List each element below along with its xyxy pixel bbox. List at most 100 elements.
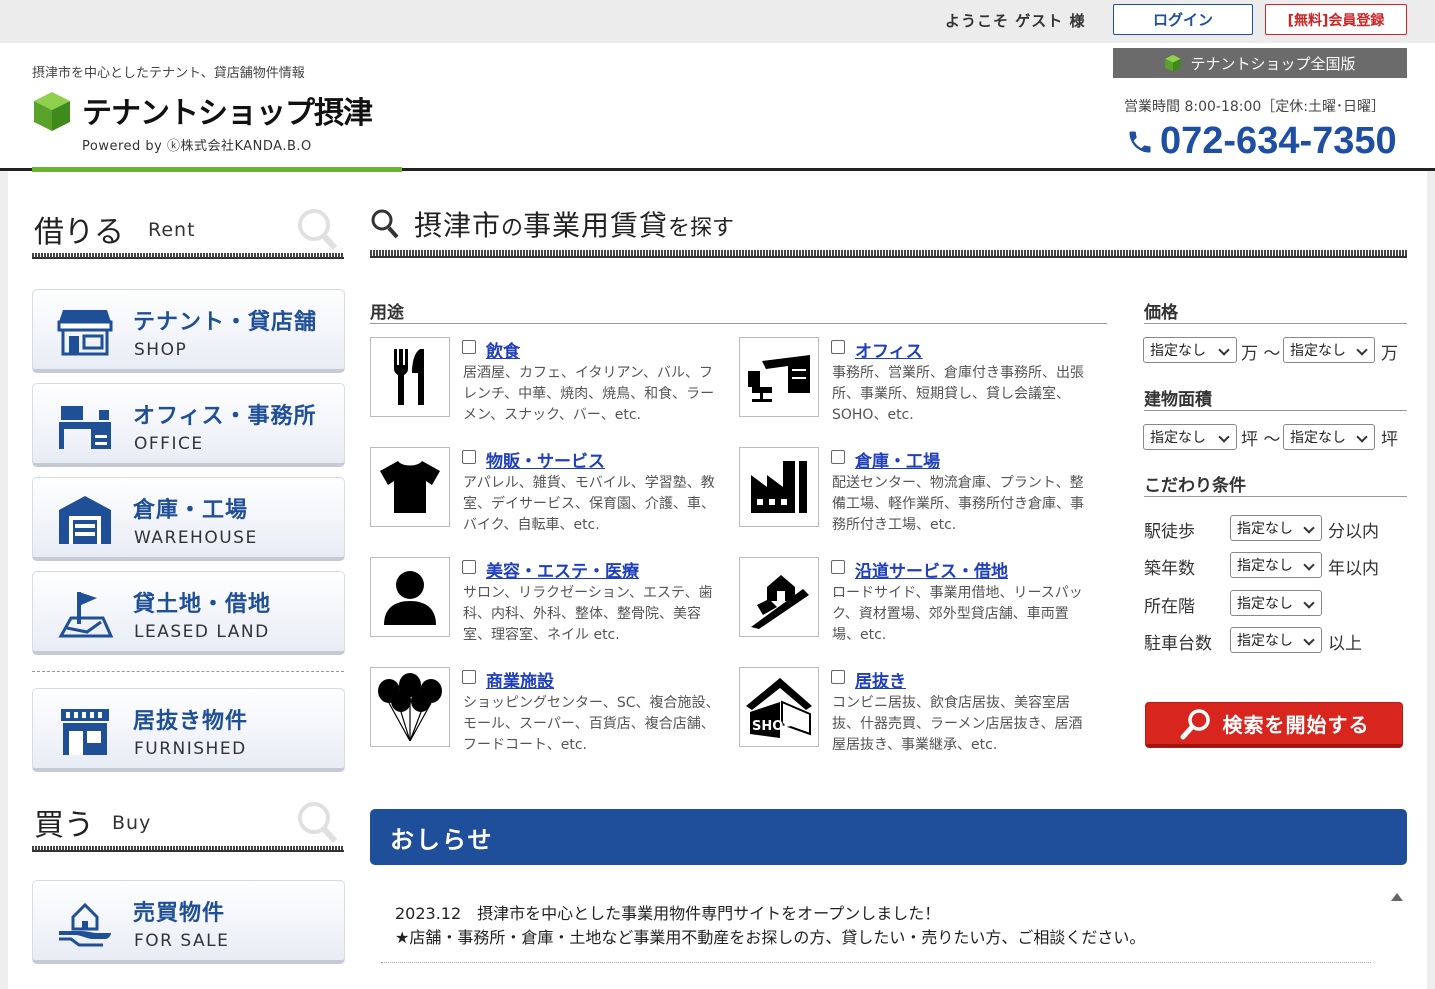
use-checkbox[interactable]: [462, 670, 476, 684]
rent-heading-jp: 借りる: [34, 215, 124, 250]
search-icon: [1180, 708, 1210, 739]
search-button-label: 検索を開始する: [1222, 713, 1370, 737]
use-checkbox[interactable]: [831, 560, 845, 574]
office-icon: [59, 406, 111, 449]
use-label: 用途: [370, 303, 404, 323]
rent-heading: 借りる Rent: [32, 207, 344, 259]
news-divider: [381, 962, 1371, 963]
use-rule: [370, 323, 1107, 324]
use-checkbox[interactable]: [831, 670, 845, 684]
title-no: の: [501, 216, 524, 241]
floor-select[interactable]: 指定なし: [1230, 590, 1322, 616]
walk-label: 駅徒歩: [1144, 522, 1195, 542]
person-icon: [384, 571, 436, 625]
walk-unit: 分以内: [1328, 522, 1379, 542]
price-max-select[interactable]: 指定なし: [1283, 337, 1375, 363]
price-rule: [1144, 323, 1407, 324]
walk-select[interactable]: 指定なし: [1230, 515, 1322, 541]
use-item-name[interactable]: 居抜き: [855, 667, 906, 692]
start-search-button[interactable]: 検索を開始する: [1146, 703, 1402, 747]
site-logo[interactable]: テナントショップ摂津 Powered by ⓚ株式会社KANDA.B.O: [30, 88, 410, 154]
sidebar-item-sublabel: LEASED LAND: [134, 622, 270, 642]
fork-knife-icon: [394, 349, 424, 405]
roadside-icon: [751, 575, 809, 629]
phone-number[interactable]: 072-634-7350: [1126, 120, 1397, 163]
magnifier-icon: [298, 209, 338, 251]
use-item-image: [370, 557, 450, 637]
house-hand-icon: [59, 902, 111, 947]
floor-label: 所在階: [1144, 597, 1195, 617]
title-rule: [370, 250, 1407, 258]
parking-select[interactable]: 指定なし: [1230, 627, 1322, 653]
use-item-image: [739, 337, 819, 417]
register-button[interactable]: [無料]会員登録: [1265, 4, 1407, 35]
phone-text: 072-634-7350: [1160, 120, 1397, 162]
use-item-desc: 配送センター、物流倉庫、プラント、整備工場、軽作業所、事務所付き倉庫、事務所付き…: [832, 475, 1084, 533]
use-item-office: オフィス 事務所、営業所、倉庫付き事務所、出張所、事業所、短期貸し、貸し会議室、…: [739, 337, 1089, 427]
use-item-image: [370, 447, 450, 527]
price-unit-from: 万 〜: [1241, 344, 1281, 364]
price-unit-to: 万: [1381, 344, 1398, 364]
phone-icon: [1129, 131, 1151, 152]
sidebar-item-furnished[interactable]: 居抜き物件 FURNISHED: [32, 688, 345, 772]
cube-icon: [1165, 54, 1182, 72]
use-item-image: [370, 337, 450, 417]
parking-label: 駐車台数: [1144, 634, 1212, 654]
rent-heading-en: Rent: [148, 219, 196, 241]
buy-heading-en: Buy: [112, 812, 152, 834]
use-item-desc: 事務所、営業所、倉庫付き事務所、出張所、事業所、短期貸し、貸し会議室、SOHO、…: [832, 365, 1084, 423]
login-button[interactable]: ログイン: [1113, 4, 1253, 35]
price-label: 価格: [1144, 303, 1178, 323]
use-checkbox[interactable]: [462, 560, 476, 574]
sidebar-item-warehouse[interactable]: 倉庫・工場 WAREHOUSE: [32, 477, 345, 561]
use-item-desc: サロン、リラクゼーション、エステ、歯科、内科、外科、整体、整骨院、美容室、理容室…: [463, 585, 713, 643]
buy-heading-jp: 買う: [34, 808, 94, 843]
use-checkbox[interactable]: [831, 340, 845, 354]
sidebar-item-label: 売買物件: [133, 901, 226, 926]
use-item-name[interactable]: 美容・エステ・医療: [486, 557, 639, 582]
sidebar-item-label: 貸土地・借地: [133, 592, 272, 617]
search-title: 摂津市の事業用賃貸を探す: [370, 204, 734, 244]
use-item-desc: ロードサイド、事業用借地、リースパック、資材置場、郊外型貸店舗、車両置場、etc…: [832, 585, 1083, 643]
nationwide-label: テナントショップ全国版: [1190, 54, 1356, 73]
age-select[interactable]: 指定なし: [1230, 552, 1322, 578]
use-item-commercial: 商業施設 ショッピングセンター、SC、複合施設、モール、スーパー、百貨店、複合店…: [370, 667, 720, 757]
area-max-select[interactable]: 指定なし: [1283, 424, 1375, 450]
sidebar-item-leased-land[interactable]: 貸土地・借地 LEASED LAND: [32, 571, 345, 655]
title-suffix: を探す: [668, 216, 735, 241]
use-item-name[interactable]: オフィス: [855, 337, 923, 362]
buy-heading: 買う Buy: [32, 800, 344, 852]
use-item-image: [739, 447, 819, 527]
use-item-beauty: 美容・エステ・医療 サロン、リラクゼーション、エステ、歯科、内科、外科、整体、整…: [370, 557, 720, 647]
use-checkbox[interactable]: [831, 450, 845, 464]
news-heading: おしらせ: [370, 809, 1407, 865]
sidebar-item-office[interactable]: オフィス・事務所 OFFICE: [32, 383, 345, 467]
magnifier-icon: [298, 802, 338, 844]
top-bar: ようこそ ゲスト 様 ログイン [無料]会員登録: [0, 0, 1435, 43]
use-checkbox[interactable]: [462, 450, 476, 464]
sidebar-item-shop[interactable]: テナント・貸店舗 SHOP: [32, 289, 345, 373]
use-item-food: 飲食 居酒屋、カフェ、イタリアン、バル、フレンチ、中華、焼肉、焼鳥、和食、ラーメ…: [370, 337, 720, 427]
sidebar-item-for-sale[interactable]: 売買物件 FOR SALE: [32, 880, 345, 964]
sidebar-item-label: 居抜き物件: [133, 709, 249, 734]
use-item-image: [739, 557, 819, 637]
use-item-name[interactable]: 沿道サービス・借地: [855, 557, 1008, 582]
area-unit-from: 坪 〜: [1241, 430, 1281, 450]
use-item-name[interactable]: 倉庫・工場: [855, 447, 940, 472]
use-checkbox[interactable]: [462, 340, 476, 354]
use-item-name[interactable]: 飲食: [486, 337, 520, 362]
parking-unit: 以上: [1328, 634, 1362, 654]
use-item-name[interactable]: 商業施設: [486, 667, 554, 692]
sidebar-item-label: 倉庫・工場: [133, 498, 249, 523]
area-min-select[interactable]: 指定なし: [1143, 424, 1237, 450]
svg-text:SHOP: SHOP: [752, 719, 793, 734]
header-accent: [32, 167, 402, 172]
use-item-name[interactable]: 物販・サービス: [486, 447, 605, 472]
scroll-up-arrow-icon[interactable]: [1391, 893, 1403, 901]
cube-logo-icon: [34, 92, 70, 131]
nationwide-button[interactable]: テナントショップ全国版: [1113, 48, 1407, 78]
office-desk-icon: [748, 355, 810, 402]
conditions-label: こだわり条件: [1144, 476, 1246, 496]
price-min-select[interactable]: 指定なし: [1143, 337, 1237, 363]
left-gutter: [0, 171, 8, 989]
